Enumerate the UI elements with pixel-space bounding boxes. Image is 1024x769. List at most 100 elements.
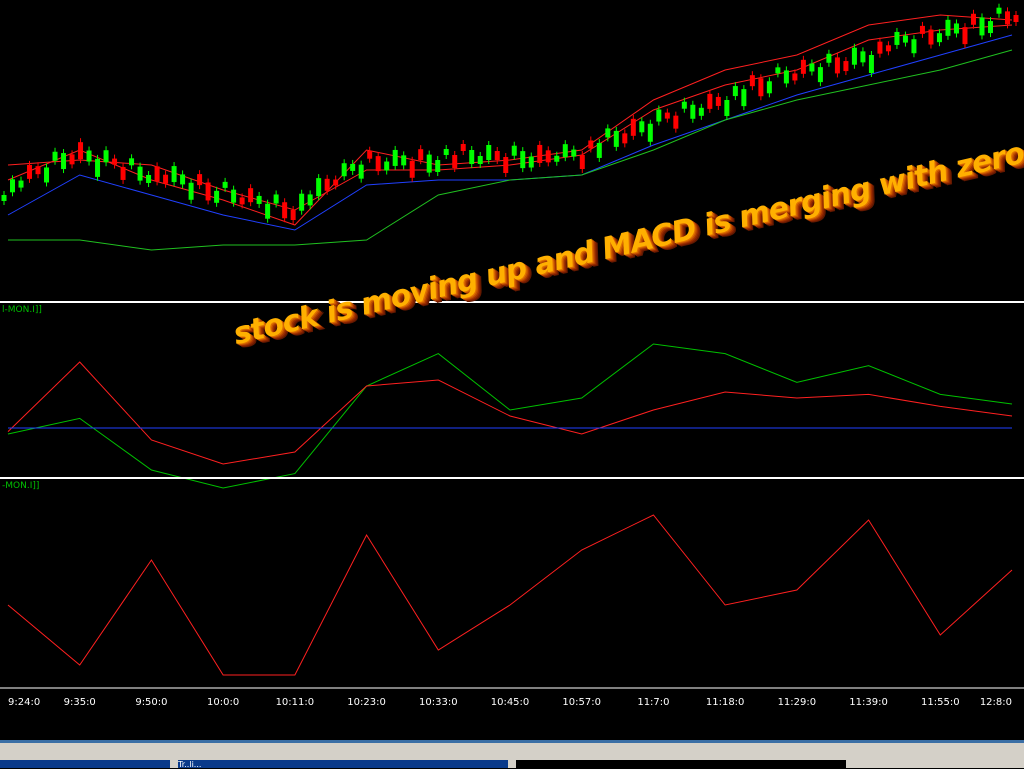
- candle: [120, 166, 126, 180]
- candle: [724, 100, 730, 116]
- candle: [469, 150, 475, 164]
- stock-chart: 9:24:0 9:35:0 9:50:0 10:0:0 10:11:0 10:23:0 10…: [0, 0, 1024, 740]
- candle: [902, 35, 908, 43]
- candle: [766, 81, 772, 94]
- candle: [868, 55, 874, 73]
- candle: [571, 149, 577, 157]
- candle: [231, 189, 237, 203]
- candle: [129, 158, 135, 166]
- candle: [384, 161, 390, 171]
- candle: [69, 154, 75, 165]
- candle: [741, 89, 747, 107]
- candle: [78, 142, 84, 160]
- candle: [520, 151, 526, 169]
- candle: [732, 86, 738, 97]
- candle: [681, 101, 687, 109]
- candle: [690, 104, 696, 119]
- candle: [554, 155, 560, 162]
- candle: [452, 155, 458, 168]
- candle: [171, 166, 177, 183]
- candle: [877, 41, 883, 54]
- candle: [528, 156, 534, 168]
- candle: [664, 112, 670, 119]
- candle: [188, 182, 194, 200]
- candle: [256, 195, 262, 204]
- taskbar-button[interactable]: [0, 760, 170, 768]
- taskbar-top-strip: [0, 740, 1024, 743]
- candle: [503, 157, 509, 173]
- candle: [222, 181, 228, 188]
- candle: [273, 194, 279, 204]
- candle: [596, 142, 602, 158]
- candle: [341, 163, 347, 177]
- candle: [435, 160, 441, 172]
- candle: [775, 67, 781, 74]
- candle: [494, 151, 500, 160]
- candle: [44, 167, 50, 183]
- x-tick-label: 9:24:0: [8, 697, 40, 708]
- taskbar: Tr..li...: [0, 740, 1024, 769]
- candle: [95, 158, 101, 177]
- candle: [1, 195, 7, 201]
- candle: [809, 63, 815, 72]
- x-tick-label: 12:8:0: [980, 697, 1012, 708]
- candle: [1013, 15, 1019, 22]
- candle: [443, 149, 449, 155]
- candle: [333, 179, 339, 186]
- candle: [894, 31, 900, 45]
- candle: [817, 67, 823, 83]
- candle: [562, 144, 568, 158]
- candle: [392, 149, 398, 166]
- candle: [350, 163, 356, 171]
- candle: [792, 73, 798, 81]
- candle: [945, 19, 951, 36]
- candle: [537, 144, 543, 163]
- candle: [299, 193, 305, 211]
- candle: [35, 166, 41, 175]
- candle: [316, 178, 322, 197]
- candle: [987, 21, 993, 34]
- candle: [860, 51, 866, 63]
- x-tick-label: 11:18:0: [706, 697, 745, 708]
- candle: [180, 174, 186, 185]
- candle: [511, 145, 517, 156]
- taskbar-button[interactable]: [516, 760, 846, 768]
- candle: [154, 166, 160, 182]
- candle: [605, 128, 611, 138]
- candle: [885, 45, 891, 52]
- x-tick-label: 11:29:0: [778, 697, 817, 708]
- candle: [426, 154, 432, 173]
- candle: [409, 160, 415, 178]
- candle: [613, 130, 619, 147]
- candle: [673, 115, 679, 129]
- candle: [375, 156, 381, 172]
- candle: [477, 156, 483, 164]
- candle: [936, 33, 942, 43]
- candle: [800, 59, 806, 74]
- candle: [418, 149, 424, 161]
- x-tick-label: 11:7:0: [637, 697, 669, 708]
- candle: [588, 140, 594, 149]
- taskbar-button[interactable]: Tr..li...: [178, 760, 508, 769]
- candle: [10, 179, 16, 193]
- candle: [911, 39, 917, 54]
- candle: [647, 123, 653, 142]
- x-tick-label: 9:35:0: [64, 697, 96, 708]
- macd-pane-label: l-MON.I]]: [2, 305, 42, 315]
- candle: [137, 166, 143, 181]
- candle: [290, 210, 296, 220]
- candle: [248, 188, 254, 203]
- candle: [282, 202, 288, 219]
- candle: [715, 96, 721, 106]
- candle: [146, 175, 152, 183]
- candle: [996, 7, 1002, 14]
- candle: [1004, 11, 1010, 25]
- candle: [919, 25, 925, 34]
- candle: [112, 158, 118, 165]
- candle: [851, 47, 857, 65]
- candle: [460, 144, 466, 151]
- candle: [834, 57, 840, 74]
- candle: [579, 155, 585, 169]
- candle: [758, 78, 764, 97]
- candle: [545, 150, 551, 163]
